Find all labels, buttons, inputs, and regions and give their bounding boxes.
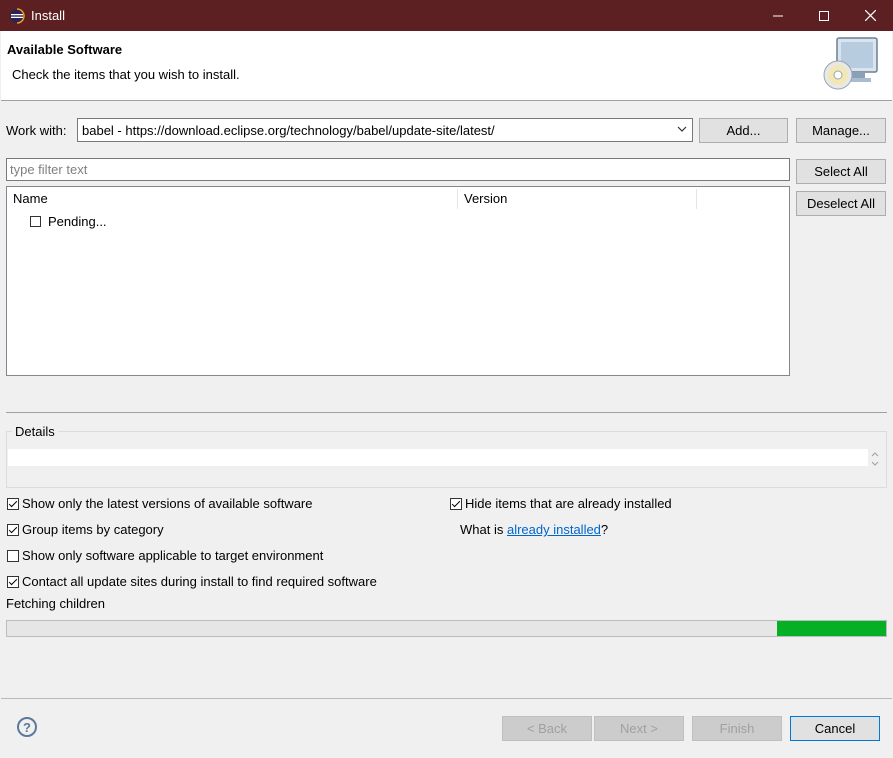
column-header-version[interactable]: Version [458,187,696,209]
page-description: Check the items that you wish to install… [12,67,240,82]
table-row[interactable]: Pending... [7,213,787,231]
title-bar: Install [0,0,893,31]
show-applicable-label: Show only software applicable to target … [22,548,324,563]
filter-field[interactable] [6,158,790,181]
contact-all-checkbox[interactable] [7,576,19,588]
contact-all-label: Contact all update sites during install … [22,574,377,589]
help-button[interactable]: ? [17,717,37,737]
eclipse-icon [10,8,25,24]
column-header-name[interactable]: Name [7,187,457,209]
row-checkbox[interactable] [30,216,41,227]
deselect-all-button[interactable]: Deselect All [796,191,886,216]
work-with-value: babel - https://download.eclipse.org/tec… [82,123,495,138]
next-button[interactable]: Next > [594,716,684,741]
select-all-button[interactable]: Select All [796,159,886,184]
manage-sites-button[interactable]: Manage... [796,118,886,143]
status-text: Fetching children [6,596,105,611]
hide-installed-option[interactable]: Hide items that are already installed [449,495,749,513]
minimize-button[interactable] [755,0,801,31]
details-text-area[interactable] [8,449,868,466]
what-is-text: What is [460,522,507,537]
group-by-category-label: Group items by category [22,522,164,537]
maximize-button[interactable] [801,0,847,31]
row-name: Pending... [48,214,107,229]
column-divider[interactable] [696,189,697,209]
maximize-icon [819,10,829,21]
add-site-button[interactable]: Add... [699,118,788,143]
close-icon [864,10,876,21]
back-button[interactable]: < Back [502,716,592,741]
close-button[interactable] [847,0,893,31]
contact-all-option[interactable]: Contact all update sites during install … [6,573,446,591]
scroll-arrows-icon[interactable] [870,451,880,467]
help-icon: ? [23,719,31,735]
details-label: Details [12,424,58,439]
wizard-header: Available Software Check the items that … [1,31,892,101]
work-with-label: Work with: [6,123,67,138]
show-latest-checkbox[interactable] [7,498,19,510]
progress-bar [6,620,887,637]
show-latest-option[interactable]: Show only the latest versions of availab… [6,495,426,513]
footer-divider [1,698,892,699]
already-installed-line: What is already installed? [460,522,608,537]
sash-divider[interactable] [6,412,887,413]
window-title: Install [31,8,65,23]
already-installed-link[interactable]: already installed [507,522,601,537]
what-is-suffix: ? [600,522,609,537]
chevron-down-icon [677,126,687,132]
show-applicable-option[interactable]: Show only software applicable to target … [6,547,426,565]
hide-installed-checkbox[interactable] [450,498,462,510]
progress-fill [777,621,886,636]
minimize-icon [773,15,783,16]
show-applicable-checkbox[interactable] [7,550,19,562]
show-latest-label: Show only the latest versions of availab… [22,496,313,511]
install-monitor-icon [823,37,878,90]
finish-button[interactable]: Finish [692,716,782,741]
work-with-combo[interactable]: babel - https://download.eclipse.org/tec… [77,118,693,142]
hide-installed-label: Hide items that are already installed [465,496,672,511]
software-table[interactable]: Name Version Pending... [6,186,790,376]
filter-input[interactable] [7,159,789,180]
group-by-category-checkbox[interactable] [7,524,19,536]
cancel-button[interactable]: Cancel [790,716,880,741]
page-title: Available Software [7,42,123,57]
group-by-category-option[interactable]: Group items by category [6,521,426,539]
